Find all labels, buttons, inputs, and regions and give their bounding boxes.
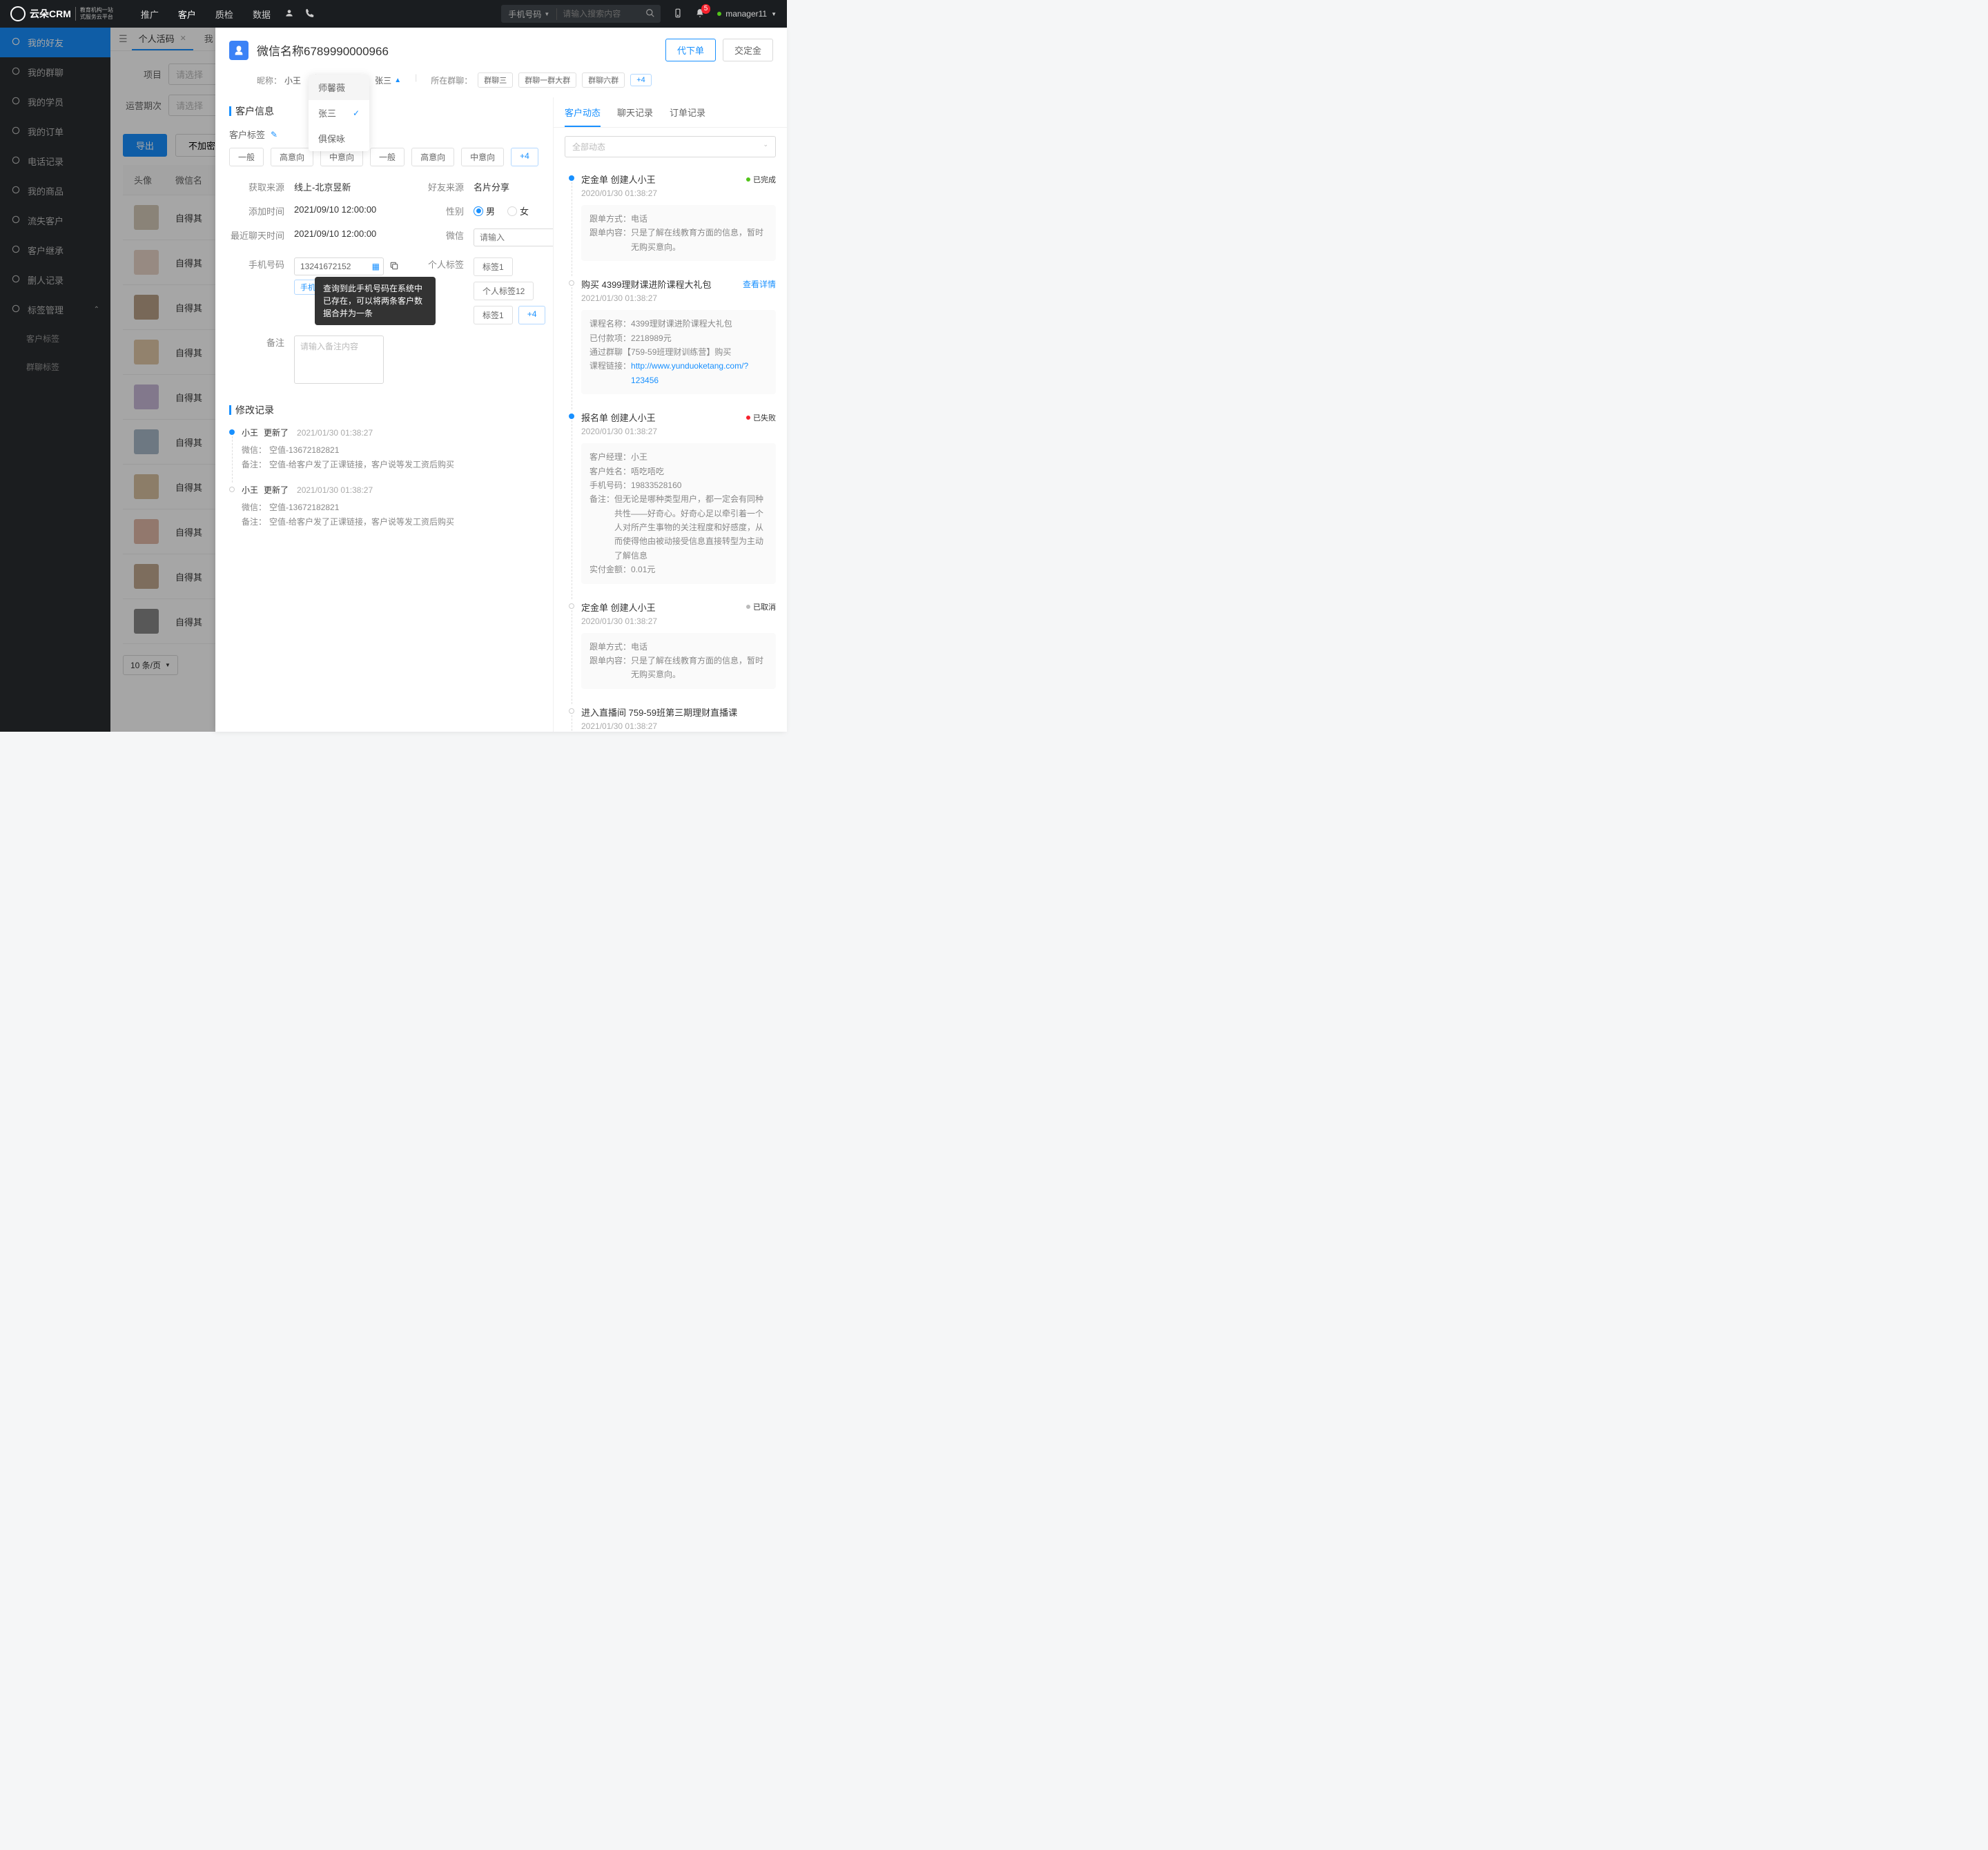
personal-tag[interactable]: 标签1 xyxy=(474,306,513,324)
tab-qc[interactable]: 质检 xyxy=(215,8,233,21)
rtab-orders[interactable]: 订单记录 xyxy=(670,106,705,127)
tab-promo[interactable]: 推广 xyxy=(141,8,159,21)
customer-drawer: 微信名称6789990000966 代下单 交定金 昵称：小王 | 客户经理：张… xyxy=(215,28,787,732)
dropdown-item[interactable]: 师馨薇 xyxy=(309,75,369,100)
activity-filter[interactable]: 全部动态⌄ xyxy=(565,136,776,157)
logo-text: 云朵CRM xyxy=(30,7,71,21)
section-customer-info: 客户信息 xyxy=(229,104,553,118)
group-more[interactable]: +4 xyxy=(630,74,652,86)
customer-icon xyxy=(229,41,248,60)
activity-item: 定金单 创建人小王已取消2020/01/30 01:38:27跟单方式：电话跟单… xyxy=(569,601,776,689)
customer-title: 微信名称6789990000966 xyxy=(257,41,389,59)
bell-icon[interactable]: 5 xyxy=(695,8,705,20)
timeline-dot xyxy=(569,413,574,419)
status-dot xyxy=(717,12,721,16)
timeline-dot xyxy=(569,175,574,181)
radio-male[interactable]: 男 xyxy=(474,204,495,217)
search-group: 手机号码▼ xyxy=(501,5,661,23)
tab-data[interactable]: 数据 xyxy=(253,8,271,21)
ptag-more[interactable]: +4 xyxy=(518,306,546,324)
activity-item: 进入直播间 759-59班第三期理财直播课2021/01/30 01:38:27… xyxy=(569,705,776,732)
rtab-activity[interactable]: 客户动态 xyxy=(565,106,601,127)
dropdown-item[interactable]: 俱保咏 xyxy=(309,126,369,151)
tab-customer[interactable]: 客户 xyxy=(178,8,196,21)
customer-tag[interactable]: 高意向 xyxy=(271,148,313,166)
customer-tag[interactable]: 中意向 xyxy=(461,148,504,166)
view-detail-link[interactable]: 查看详情 xyxy=(743,278,776,290)
customer-tag[interactable]: 一般 xyxy=(370,148,405,166)
user-icon[interactable] xyxy=(284,8,294,20)
rtab-chat[interactable]: 聊天记录 xyxy=(617,106,653,127)
dropdown-item[interactable]: 张三✓ xyxy=(309,100,369,126)
phone-device-icon[interactable] xyxy=(673,8,683,20)
edit-tags-icon[interactable]: ✎ xyxy=(271,130,277,139)
group-chip[interactable]: 群聊三 xyxy=(478,72,513,88)
radio-female[interactable]: 女 xyxy=(507,204,529,217)
activity-item: 购买 4399理财课进阶课程大礼包查看详情2021/01/30 01:38:27… xyxy=(569,278,776,394)
timeline-dot xyxy=(569,708,574,714)
deposit-button[interactable]: 交定金 xyxy=(723,39,773,61)
phone-card-icon[interactable]: ▦ xyxy=(372,262,380,271)
customer-tag[interactable]: 一般 xyxy=(229,148,264,166)
group-chip[interactable]: 群聊一群大群 xyxy=(518,72,576,88)
log-item: 小王更新了2021/01/30 01:38:27微信：空值-1367218282… xyxy=(229,484,553,527)
tag-label: 客户标签 xyxy=(229,128,265,141)
logo: 云朵CRM 教育机构一站式服务云平台 xyxy=(10,6,113,21)
note-textarea[interactable]: 请输入备注内容 xyxy=(294,335,384,384)
logo-icon xyxy=(10,6,26,21)
timeline-dot xyxy=(229,429,235,435)
tag-more[interactable]: +4 xyxy=(511,148,538,166)
search-button[interactable] xyxy=(640,8,661,20)
user-menu[interactable]: manager11 ▼ xyxy=(717,9,777,19)
timeline-dot xyxy=(569,603,574,609)
personal-tag[interactable]: 标签1 xyxy=(474,257,513,276)
timeline-dot xyxy=(569,280,574,286)
personal-tag[interactable]: 个人标签12 xyxy=(474,282,534,300)
timeline-dot xyxy=(229,487,235,492)
wechat-input[interactable] xyxy=(474,228,554,246)
manager-dropdown: 师馨薇 张三✓ 俱保咏 xyxy=(309,75,369,151)
activity-item: 定金单 创建人小王已完成2020/01/30 01:38:27跟单方式：电话跟单… xyxy=(569,173,776,261)
phone-icon[interactable] xyxy=(305,8,315,20)
phone-tooltip: 查询到此手机号码在系统中已存在，可以将两条客户数据合并为一条 xyxy=(315,277,436,325)
activity-item: 报名单 创建人小王已失败2020/01/30 01:38:27客户经理：小王客户… xyxy=(569,411,776,584)
search-type-select[interactable]: 手机号码▼ xyxy=(501,8,557,20)
phone-copy-icon[interactable] xyxy=(389,261,399,273)
group-chip[interactable]: 群聊六群 xyxy=(582,72,625,88)
top-nav: 云朵CRM 教育机构一站式服务云平台 推广 客户 质检 数据 手机号码▼ xyxy=(0,0,787,28)
place-order-button[interactable]: 代下单 xyxy=(665,39,716,61)
phone-input[interactable] xyxy=(294,257,384,275)
topnav-tabs: 推广 客户 质检 数据 xyxy=(141,8,271,21)
search-input[interactable] xyxy=(557,9,640,19)
logo-subtitle: 教育机构一站式服务云平台 xyxy=(75,7,113,20)
log-item: 小王更新了2021/01/30 01:38:27微信：空值-1367218282… xyxy=(229,427,553,470)
customer-tag[interactable]: 高意向 xyxy=(411,148,454,166)
section-change-log: 修改记录 xyxy=(229,403,553,417)
